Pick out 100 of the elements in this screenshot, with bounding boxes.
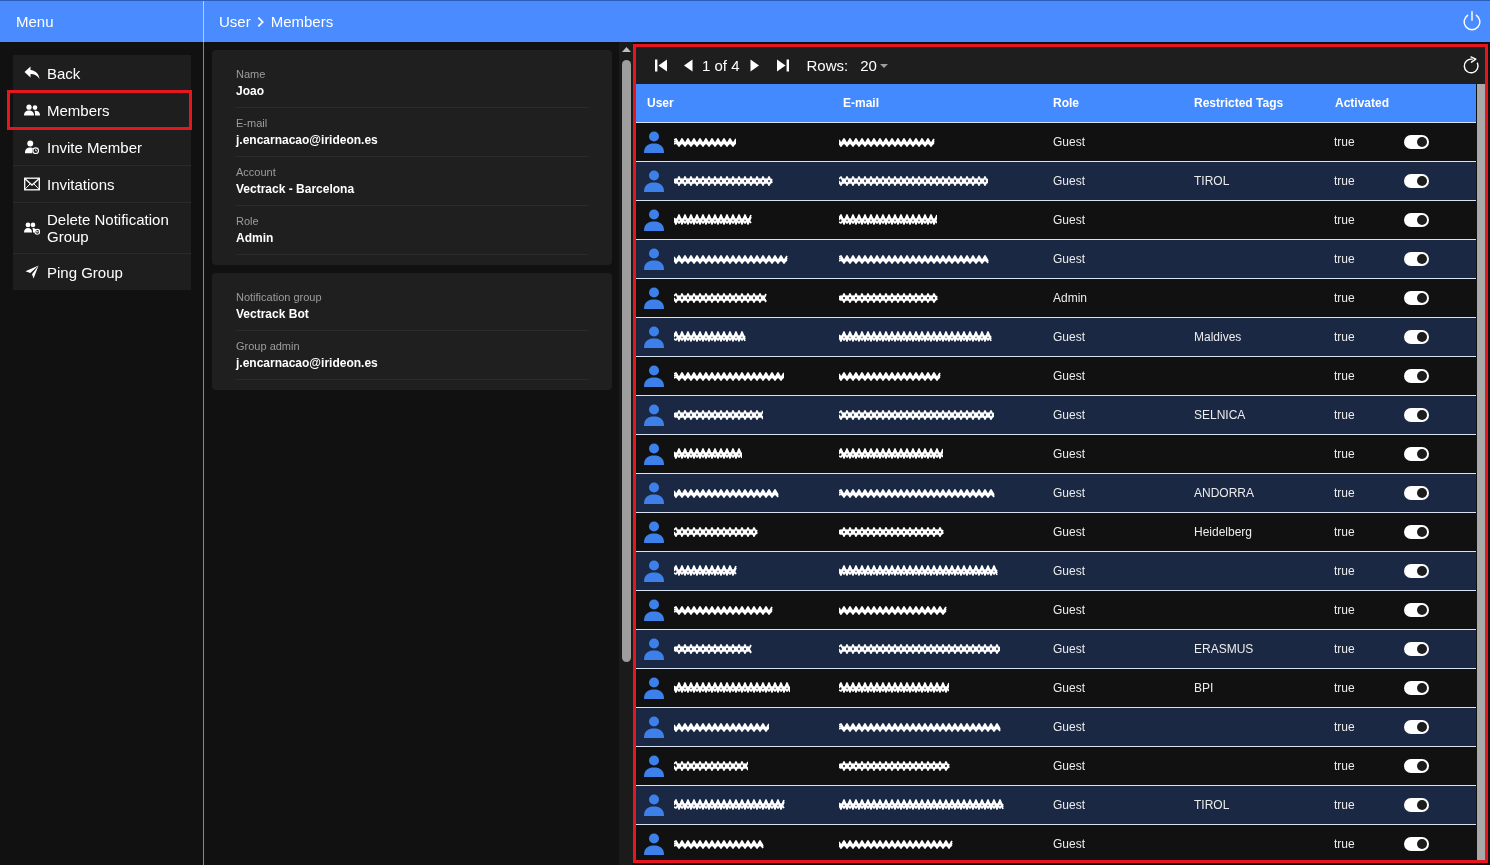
rows-label: Rows:: [806, 57, 849, 74]
toggle-switch[interactable]: [1404, 408, 1429, 422]
user-avatar-icon: [644, 404, 664, 426]
table-cell: true: [1334, 369, 1355, 383]
last-page-button[interactable]: [775, 59, 789, 72]
table-row[interactable]: Guest ANDORRA true: [636, 474, 1476, 513]
toggle-switch[interactable]: [1404, 447, 1429, 461]
first-page-icon: [655, 59, 668, 72]
table-cell: Maldives: [1194, 330, 1242, 344]
field-value: Vectrack Bot: [236, 307, 310, 321]
page-indicator: 1 of 4: [702, 57, 740, 74]
table-row[interactable]: Guest true: [636, 708, 1476, 747]
toggle-switch[interactable]: [1404, 603, 1429, 617]
scrollbar-thumb[interactable]: [621, 60, 631, 662]
toggle-switch[interactable]: [1404, 837, 1429, 851]
column-header: Restricted Tags: [1193, 96, 1285, 110]
previous-page-button[interactable]: [684, 59, 693, 72]
table-cell: Guest: [1053, 369, 1085, 383]
next-page-button[interactable]: [749, 59, 759, 72]
user-avatar-icon: [644, 287, 664, 309]
user-avatar-icon: [644, 560, 664, 582]
table-cell: Guest: [1053, 525, 1085, 539]
table-cell: true: [1334, 759, 1355, 773]
table-cell: Guest: [1053, 486, 1085, 500]
table-cell: Guest: [1053, 330, 1085, 344]
table-cell: Guest: [1053, 408, 1085, 422]
user-avatar-icon: [644, 599, 664, 621]
table-cell: ERASMUS: [1194, 642, 1254, 656]
table-cell: Guest: [1053, 447, 1085, 461]
toggle-switch[interactable]: [1404, 252, 1429, 266]
menu-item[interactable]: Delete Notification Group: [13, 203, 191, 253]
people-minus-icon: [24, 221, 40, 235]
menu-item[interactable]: Back: [13, 55, 191, 91]
menu-item[interactable]: Invitations: [13, 166, 191, 202]
power-icon: [1461, 10, 1483, 33]
table-row[interactable]: Guest ERASMUS true: [636, 630, 1476, 669]
toggle-switch[interactable]: [1404, 291, 1429, 305]
toggle-switch[interactable]: [1404, 798, 1429, 812]
user-avatar-icon: [644, 482, 664, 504]
table-row[interactable]: Guest TIROL true: [636, 786, 1476, 825]
toggle-switch[interactable]: [1404, 369, 1429, 383]
field-value: j.encarnacao@irideon.es: [236, 133, 379, 147]
user-avatar-icon: [644, 326, 664, 348]
user-avatar-icon: [644, 794, 664, 816]
menu-item[interactable]: Members: [9, 92, 190, 128]
table-cell: true: [1334, 252, 1355, 266]
table-cell: true: [1334, 330, 1355, 344]
toggle-switch[interactable]: [1404, 642, 1429, 656]
scrollbar[interactable]: [619, 42, 633, 865]
menu-item[interactable]: Ping Group: [13, 254, 191, 290]
menu-item[interactable]: Invite Member: [13, 129, 191, 165]
first-page-button[interactable]: [655, 59, 668, 72]
table-cell: true: [1334, 408, 1355, 422]
table-cell: Guest: [1053, 642, 1085, 656]
toggle-switch[interactable]: [1404, 330, 1429, 344]
table-row[interactable]: Guest true: [636, 240, 1476, 279]
column-header: User: [646, 96, 675, 110]
table-row[interactable]: Guest Maldives true: [636, 318, 1476, 357]
user-avatar-icon: [644, 755, 664, 777]
last-page-icon: [775, 59, 789, 72]
field-label: Role: [236, 214, 260, 228]
field-value: Joao: [236, 84, 265, 98]
table-cell: true: [1334, 135, 1355, 149]
table-cell: Guest: [1053, 759, 1085, 773]
refresh-icon: [1462, 55, 1481, 76]
toggle-switch[interactable]: [1404, 681, 1429, 695]
table-row[interactable]: Guest true: [636, 552, 1476, 591]
toggle-switch[interactable]: [1404, 486, 1429, 500]
table-cell: true: [1334, 564, 1355, 578]
field-value: Admin: [236, 231, 275, 245]
toggle-switch[interactable]: [1404, 720, 1429, 734]
table-row[interactable]: Guest SELNICA true: [636, 396, 1476, 435]
table-cell: Guest: [1053, 798, 1085, 812]
envelope-icon: [24, 177, 40, 191]
toggle-switch[interactable]: [1404, 564, 1429, 578]
refresh-button[interactable]: [1462, 55, 1481, 76]
rows-per-page-select[interactable]: 20: [860, 57, 888, 74]
table-cell: Guest: [1053, 603, 1085, 617]
table-cell: Guest: [1053, 135, 1085, 149]
toggle-switch[interactable]: [1404, 213, 1429, 227]
power-button[interactable]: [1461, 10, 1483, 33]
table-cell: true: [1334, 213, 1355, 227]
scroll-up-arrow-icon[interactable]: [621, 47, 631, 52]
field-value: Vectrack - Barcelona: [236, 182, 356, 196]
toggle-switch[interactable]: [1404, 525, 1429, 539]
caret-down-icon: [879, 63, 888, 68]
toggle-switch[interactable]: [1404, 135, 1429, 149]
user-avatar-icon: [644, 716, 664, 738]
table-cell: Guest: [1053, 564, 1085, 578]
toggle-switch[interactable]: [1404, 759, 1429, 773]
field-label: Account: [236, 165, 277, 179]
reply-arrow-icon: [24, 66, 40, 80]
breadcrumb-item: Members: [270, 13, 334, 30]
field-label: Group admin: [236, 339, 301, 353]
column-header: E-mail: [842, 96, 880, 110]
toggle-switch[interactable]: [1404, 174, 1429, 188]
field-label: Notification group: [236, 290, 323, 304]
table-row[interactable]: Guest TIROL true: [636, 162, 1476, 201]
table-cell: Guest: [1053, 720, 1085, 734]
scrollbar-thumb[interactable]: [1477, 84, 1485, 860]
